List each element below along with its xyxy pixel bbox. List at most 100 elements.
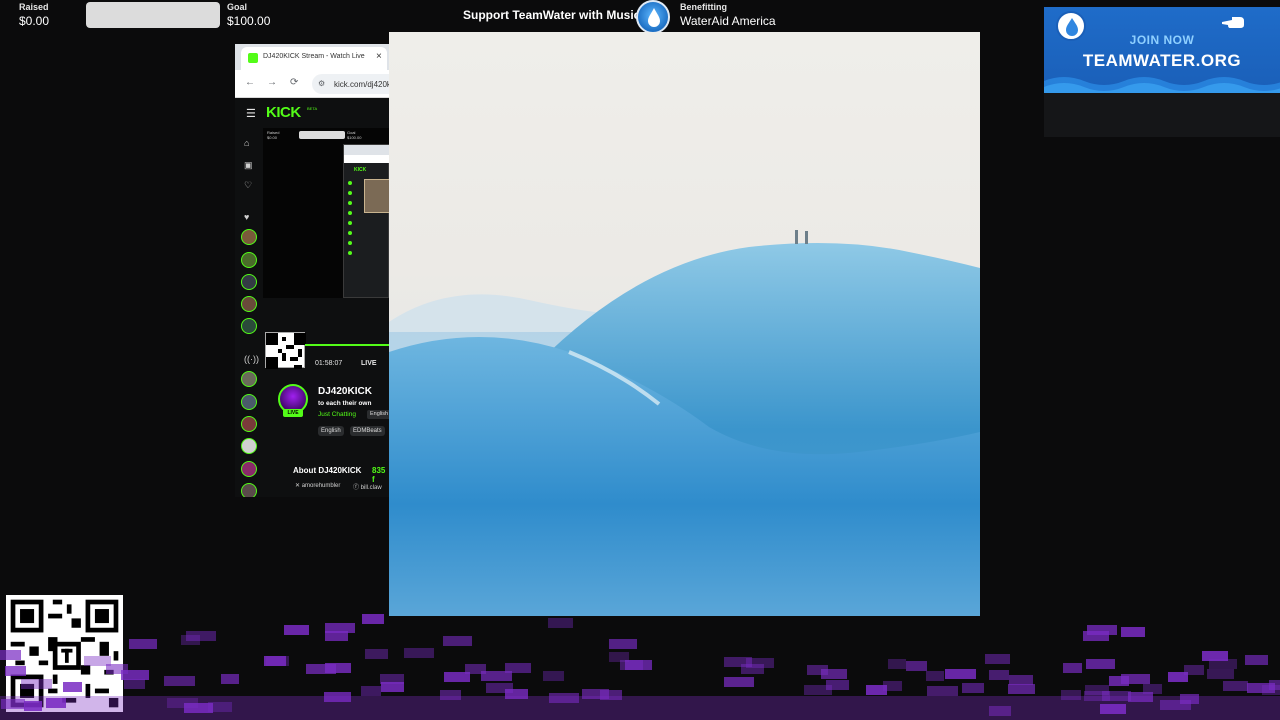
visualizer-pixel	[181, 635, 200, 645]
kick-beta-label: BETA	[307, 106, 318, 111]
stream-overlay: Raised $0.00 Goal $100.00 Support TeamWa…	[0, 0, 1280, 720]
audio-visualizer	[0, 614, 1280, 720]
benefitting-value: WaterAid America	[680, 14, 776, 28]
visualizer-pixel	[129, 639, 157, 649]
kick-logo[interactable]: KICK	[266, 104, 301, 121]
visualizer-pixel	[266, 656, 289, 666]
pointing-hand-icon	[1222, 17, 1244, 28]
small-qr-code	[265, 332, 306, 369]
stream-player-preview[interactable]: Raised $0.00 Goal $100.00 KICK	[263, 128, 389, 298]
address-text: kick.com/dj420kick	[334, 80, 389, 89]
following-icon[interactable]: ♡	[244, 180, 252, 191]
home-icon[interactable]: ⌂	[244, 138, 249, 148]
visualizer-pixel	[1269, 680, 1280, 690]
raised-value: $0.00	[19, 14, 50, 28]
recommended-channel-avatar[interactable]	[241, 483, 257, 497]
browse-icon[interactable]: ▣	[244, 160, 253, 171]
back-icon[interactable]: ←	[245, 77, 255, 88]
recommended-channel-avatar[interactable]	[241, 416, 257, 432]
visualizer-pixel	[927, 686, 958, 696]
visualizer-pixel	[124, 679, 145, 689]
reload-icon[interactable]: ⟳	[290, 77, 298, 88]
visualizer-pixel	[1008, 684, 1035, 694]
teamwater-url-text: TEAMWATER.ORG	[1082, 51, 1242, 70]
visualizer-pixel	[21, 679, 52, 689]
forward-icon[interactable]: →	[267, 77, 277, 88]
visualizer-pixel	[361, 686, 381, 696]
water-drop-icon	[636, 0, 670, 34]
tab-close-icon[interactable]: ×	[376, 51, 382, 62]
visualizer-pixel	[888, 659, 906, 669]
visualizer-pixel	[609, 639, 637, 649]
visualizer-pixel	[1121, 627, 1145, 637]
join-teamwater-banner[interactable]: JOIN NOW TEAMWATER.ORG	[1044, 7, 1280, 93]
stream-title: to each their own	[318, 400, 372, 407]
visualizer-pixel	[906, 661, 927, 671]
visualizer-pixel	[945, 669, 976, 679]
visualizer-pixel	[121, 670, 149, 680]
visualizer-pixel	[404, 648, 434, 658]
wave-decoration	[1044, 77, 1280, 93]
social-link-x[interactable]: ✕ amorehumbler	[295, 482, 340, 489]
favorites-icon[interactable]: ♥	[244, 212, 249, 222]
visualizer-pixel	[365, 649, 388, 659]
live-indicator: LIVE	[361, 360, 377, 367]
streamer-name[interactable]: DJ420KICK	[318, 386, 372, 397]
mini-raised-value: $0.00	[267, 135, 278, 140]
visualizer-pixel	[1009, 675, 1033, 685]
stream-category[interactable]: Just Chatting	[318, 411, 356, 418]
stream-uptime: 01:58:07	[315, 360, 343, 367]
followed-channel-avatar[interactable]	[241, 274, 257, 290]
followed-channel-avatar[interactable]	[241, 229, 257, 245]
visualizer-pixel	[380, 674, 404, 684]
visualizer-pixel	[1086, 659, 1115, 669]
visualizer-pixel	[989, 670, 1009, 680]
mini-goal-value: $100.00	[347, 135, 362, 140]
social-link-facebook[interactable]: ⓕ bill.claw	[353, 482, 382, 491]
nested-capture: KICK	[343, 144, 389, 298]
donation-progress-bar	[86, 2, 220, 28]
visualizer-pixel	[548, 618, 573, 628]
recommended-channel-avatar[interactable]	[241, 394, 257, 410]
visualizer-pixel	[1245, 655, 1268, 665]
visualizer-pixel	[164, 676, 195, 686]
visualizer-pixel	[325, 623, 355, 633]
followed-channel-avatar[interactable]	[241, 296, 257, 312]
kick-page: ☰ KICK BETA ⌂ ▣ ♡ ♥ ((·)) Raised $0.00 G…	[235, 98, 389, 497]
language-chip[interactable]: English	[367, 410, 389, 419]
browser-capture: DJ420KICK Stream - Watch Live × ← → ⟳ ⚙ …	[235, 44, 389, 497]
visualizer-pixel	[443, 636, 472, 646]
kick-favicon-icon	[248, 53, 258, 63]
visualizer-pixel	[5, 666, 26, 676]
visualizer-pixel	[1121, 674, 1150, 684]
mini-progress-bar	[299, 131, 345, 139]
visualizer-pixel	[883, 681, 902, 691]
visualizer-pixel	[1143, 684, 1162, 694]
visualizer-pixel	[746, 658, 774, 668]
campaign-title: Support TeamWater with Music	[463, 8, 641, 22]
followed-channel-avatar[interactable]	[241, 318, 257, 334]
visualizer-pixel	[505, 663, 531, 673]
visualizer-pixel	[962, 683, 984, 693]
recommended-channel-avatar[interactable]	[241, 371, 257, 387]
tag-chip[interactable]: EDMBeats	[350, 426, 385, 436]
followed-channel-avatar[interactable]	[241, 252, 257, 268]
recommended-channel-avatar[interactable]	[241, 438, 257, 454]
visualizer-pixel	[826, 680, 849, 690]
hamburger-menu-icon[interactable]: ☰	[246, 107, 256, 120]
live-channels-icon[interactable]: ((·))	[244, 354, 259, 364]
visualizer-pixel	[1207, 669, 1234, 679]
site-settings-icon: ⚙	[318, 79, 326, 88]
visualizer-pixel	[284, 625, 309, 635]
tag-chip[interactable]: English	[318, 426, 344, 436]
nested-album-cover	[364, 179, 389, 213]
raised-label: Raised	[19, 2, 49, 12]
address-bar[interactable]: ⚙ kick.com/dj420kick	[312, 74, 389, 94]
visualizer-pixel	[1223, 681, 1248, 691]
visualizer-pixel	[724, 677, 754, 687]
tab-title: DJ420KICK Stream - Watch Live	[263, 53, 365, 60]
browser-tab[interactable]: DJ420KICK Stream - Watch Live ×	[241, 47, 387, 70]
recommended-channel-avatar[interactable]	[241, 461, 257, 477]
visualizer-glow	[0, 696, 1280, 720]
side-info-panel	[1044, 93, 1280, 137]
